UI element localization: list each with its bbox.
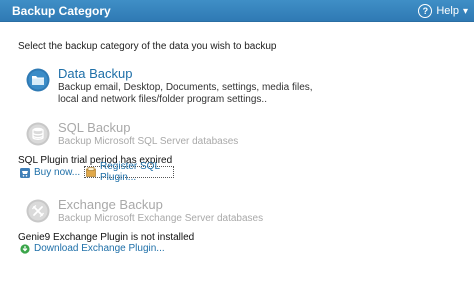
register-icon xyxy=(86,167,96,177)
download-exchange-plugin-label: Download Exchange Plugin... xyxy=(34,243,165,254)
help-icon: ? xyxy=(418,4,433,18)
help-menu[interactable]: ? Help ▾ xyxy=(418,2,468,20)
title-bar: Backup Category ? Help ▾ xyxy=(0,0,474,22)
sql-backup-title: SQL Backup xyxy=(58,120,131,135)
exchange-plugin-status: Genie9 Exchange Plugin is not installed xyxy=(18,232,195,243)
sql-backup-option: SQL Backup Backup Microsoft SQL Server d… xyxy=(26,120,238,148)
exchange-backup-desc: Backup Microsoft Exchange Server databas… xyxy=(58,213,264,224)
register-sql-plugin-link[interactable]: Register SQL Plugin... xyxy=(84,161,174,183)
exchange-backup-option: Exchange Backup Backup Microsoft Exchang… xyxy=(26,197,263,225)
data-backup-option[interactable]: Data Backup Backup email, Desktop, Docum… xyxy=(26,66,313,106)
cart-icon xyxy=(20,167,30,178)
data-backup-desc-line1: Backup email, Desktop, Documents, settin… xyxy=(58,82,313,93)
data-backup-desc-line2: local and network files/folder program s… xyxy=(58,94,267,105)
exchange-backup-title: Exchange Backup xyxy=(58,197,163,212)
data-backup-title: Data Backup xyxy=(58,66,133,81)
register-sql-plugin-label: Register SQL Plugin... xyxy=(100,161,160,183)
download-icon xyxy=(20,243,30,254)
folder-icon xyxy=(26,68,50,92)
exchange-icon xyxy=(26,199,50,223)
buy-now-link[interactable]: Buy now... xyxy=(20,167,80,178)
chevron-down-icon: ▾ xyxy=(462,5,468,17)
sql-backup-desc: Backup Microsoft SQL Server databases xyxy=(58,136,239,147)
download-exchange-plugin-link[interactable]: Download Exchange Plugin... xyxy=(20,243,165,254)
help-label: Help xyxy=(436,5,459,17)
buy-now-label: Buy now... xyxy=(34,167,81,178)
window-title: Backup Category xyxy=(12,4,111,18)
instruction-text: Select the backup category of the data y… xyxy=(18,41,277,52)
database-icon xyxy=(26,122,50,146)
